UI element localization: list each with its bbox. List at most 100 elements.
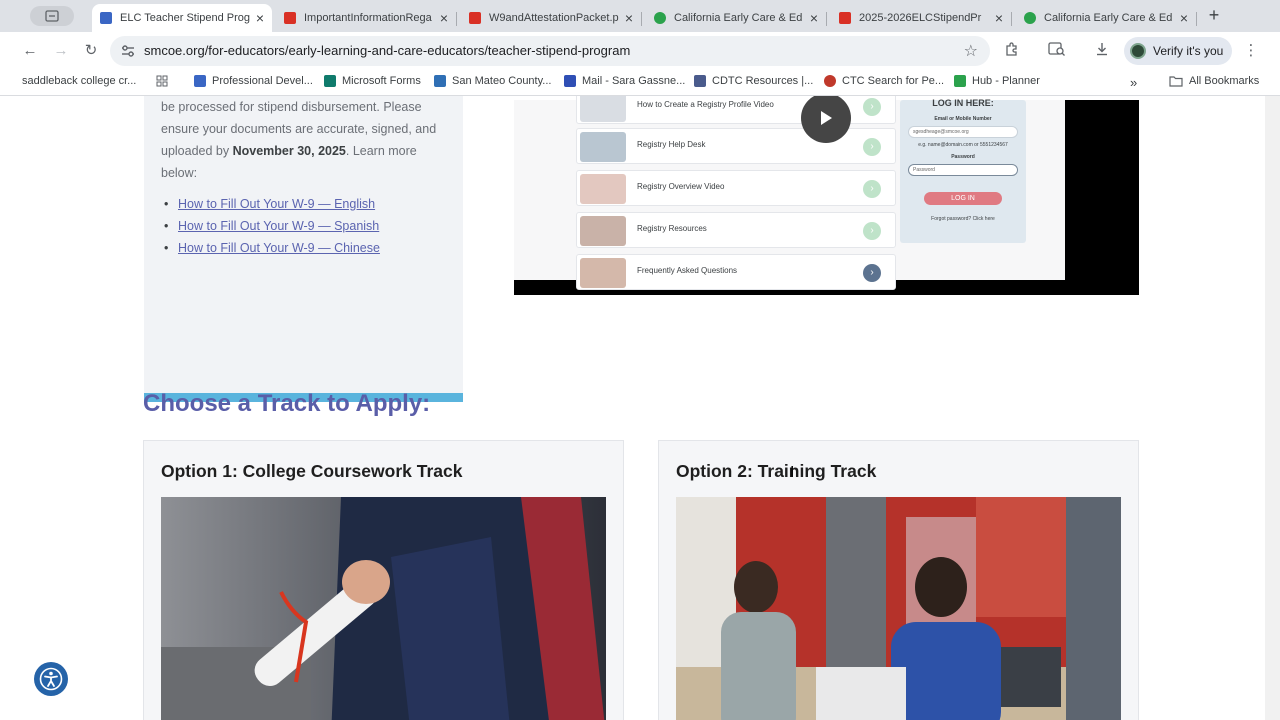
option-1-title: Option 1: College Coursework Track	[161, 461, 463, 481]
accessibility-icon	[39, 667, 63, 691]
tab-0[interactable]: ELC Teacher Stipend Prog ×	[92, 4, 272, 32]
bookmark-item[interactable]: San Mateo County...	[434, 75, 551, 87]
password-label: Password	[951, 154, 975, 160]
tab-4-title: 2025-2026ELCStipendPr	[859, 12, 982, 24]
tab-0-title: ELC Teacher Stipend Prog	[120, 12, 250, 24]
reload-icon[interactable]: ↻	[81, 41, 101, 61]
tab-4[interactable]: 2025-2026ELCStipendPr ×	[831, 4, 1012, 32]
browser-toolbar: ← → ↻ smcoe.org/for-educators/early-lear…	[0, 32, 1280, 70]
new-tab-plus-icon[interactable]: +	[1204, 6, 1224, 26]
tab-2[interactable]: W9andAttestationPacket.p ×	[461, 4, 642, 32]
video-row-label: Frequently Asked Questions	[637, 266, 738, 275]
downloads-icon[interactable]	[1092, 41, 1112, 61]
bookmark-item[interactable]: Mail - Sara Gassne...	[564, 75, 685, 87]
verify-profile-button[interactable]: Verify it's you	[1124, 37, 1232, 65]
video-row-thumbnail	[580, 216, 626, 246]
tab-5-close-icon[interactable]: ×	[1180, 11, 1188, 25]
all-bookmarks[interactable]: All Bookmarks	[1169, 75, 1259, 87]
bookmark-item[interactable]: Hub - Planner	[954, 75, 1040, 87]
video-row-label: Registry Overview Video	[637, 182, 725, 191]
bookmark-item[interactable]: saddleback college cr...	[22, 75, 136, 87]
site-settings-icon[interactable]	[120, 43, 136, 59]
bookmark-item[interactable]: Professional Devel...	[194, 75, 313, 87]
bookmark-label: CTC Search for Pe...	[842, 75, 945, 87]
tab-4-pdf-icon	[839, 12, 851, 24]
more-bookmarks-chevron-icon[interactable]: »	[1130, 75, 1137, 90]
bookmark-favicon-icon	[694, 75, 706, 87]
chevron-right-icon: ›	[863, 180, 881, 198]
tab-2-pdf-icon	[469, 12, 481, 24]
tab-3-close-icon[interactable]: ×	[810, 11, 818, 25]
w9-info-card: be processed for stipend disbursement. P…	[144, 96, 463, 402]
address-bar[interactable]: smcoe.org/for-educators/early-learning-a…	[110, 36, 990, 66]
chevron-right-icon: ›	[863, 138, 881, 156]
page-scrollbar-gutter	[1265, 96, 1280, 720]
login-panel: LOG IN HERE: Email or Mobile Number sges…	[900, 98, 1026, 243]
video-row-thumbnail	[580, 132, 626, 162]
video-row: Frequently Asked Questions ›	[576, 254, 896, 290]
bookmark-label: CDTC Resources |...	[712, 75, 814, 87]
bookmark-item[interactable]: CTC Search for Pe...	[824, 75, 944, 87]
tab-5-favicon-icon	[1024, 12, 1036, 24]
bookmarks-bar: saddleback college cr... Professional De…	[0, 70, 1280, 96]
bookmark-favicon-icon	[434, 75, 446, 87]
bookmark-label: saddleback college cr...	[22, 75, 137, 87]
more-menu-icon[interactable]: ⋮	[1241, 41, 1261, 61]
profile-avatar	[1130, 43, 1146, 59]
microsoft-forms-icon	[324, 75, 336, 87]
chevron-right-icon: ›	[863, 222, 881, 240]
login-title: LOG IN HERE:	[932, 98, 994, 108]
tab-3-favicon-icon	[654, 12, 666, 24]
tab-0-close-icon[interactable]: ×	[256, 11, 264, 25]
tab-separator	[1196, 12, 1197, 26]
deadline-date: November 30, 2025	[232, 144, 346, 158]
college-coursework-track-card[interactable]: Option 1: College Coursework Track	[143, 440, 624, 720]
tab-search-panel-icon[interactable]	[1047, 41, 1067, 61]
bookmark-item[interactable]: Microsoft Forms	[324, 75, 421, 87]
planner-icon	[954, 75, 966, 87]
forward-arrow-icon[interactable]: →	[51, 41, 71, 61]
back-arrow-icon[interactable]: ←	[20, 41, 40, 61]
tab-1[interactable]: ImportantInformationRega ×	[276, 4, 457, 32]
video-row-label: Registry Resources	[637, 224, 707, 233]
email-label: Email or Mobile Number	[934, 116, 992, 122]
play-icon	[821, 111, 832, 125]
video-row-thumbnail	[580, 258, 626, 288]
tab-2-close-icon[interactable]: ×	[625, 11, 633, 25]
tab-4-close-icon[interactable]: ×	[995, 11, 1003, 25]
tab-3-title: California Early Care & Ed	[674, 12, 803, 24]
w9-spanish-link[interactable]: How to Fill Out Your W-9 — Spanish	[164, 215, 380, 237]
registry-video-player[interactable]: How to Create a Registry Profile Video ›…	[514, 96, 1139, 295]
tab-5[interactable]: California Early Care & Ed ×	[1016, 4, 1197, 32]
tab-search-button[interactable]	[30, 6, 74, 26]
bookmark-label: San Mateo County...	[452, 75, 552, 87]
bookmark-star-icon[interactable]: ☆	[964, 41, 978, 61]
video-frame: How to Create a Registry Profile Video ›…	[514, 96, 1065, 290]
video-row: Registry Help Desk ›	[576, 128, 896, 164]
extensions-puzzle-icon[interactable]	[1002, 41, 1022, 61]
text-cursor-icon: I	[790, 464, 795, 481]
choose-track-heading: Choose a Track to Apply:	[143, 390, 431, 417]
w9-english-link[interactable]: How to Fill Out Your W-9 — English	[164, 193, 380, 215]
email-field: sgesdheage@smcoe.org	[908, 126, 1018, 138]
option-2-title: Option 2: Training Track	[676, 461, 877, 481]
training-session-image	[676, 497, 1121, 720]
accessibility-button[interactable]	[34, 662, 68, 696]
bookmark-label: Hub - Planner	[972, 75, 1040, 87]
video-row: Registry Overview Video ›	[576, 170, 896, 206]
w9-chinese-link[interactable]: How to Fill Out Your W-9 — Chinese	[164, 237, 380, 259]
apps-grid-icon[interactable]	[156, 75, 168, 87]
tab-0-favicon-icon	[100, 12, 112, 24]
tab-1-close-icon[interactable]: ×	[440, 11, 448, 25]
tab-separator	[1011, 12, 1012, 26]
chevron-right-icon: ›	[863, 264, 881, 282]
bookmark-item[interactable]: CDTC Resources |...	[694, 75, 813, 87]
tab-3[interactable]: California Early Care & Ed ×	[646, 4, 827, 32]
w9-info-text: be processed for stipend disbursement. P…	[161, 100, 437, 180]
tab-search-icon	[45, 10, 59, 22]
mail-icon	[564, 75, 576, 87]
tab-separator	[641, 12, 642, 26]
w9-links-list: How to Fill Out Your W-9 — English How t…	[164, 193, 380, 259]
training-track-card[interactable]: Option 2: Training Track	[658, 440, 1139, 720]
tab-separator	[826, 12, 827, 26]
